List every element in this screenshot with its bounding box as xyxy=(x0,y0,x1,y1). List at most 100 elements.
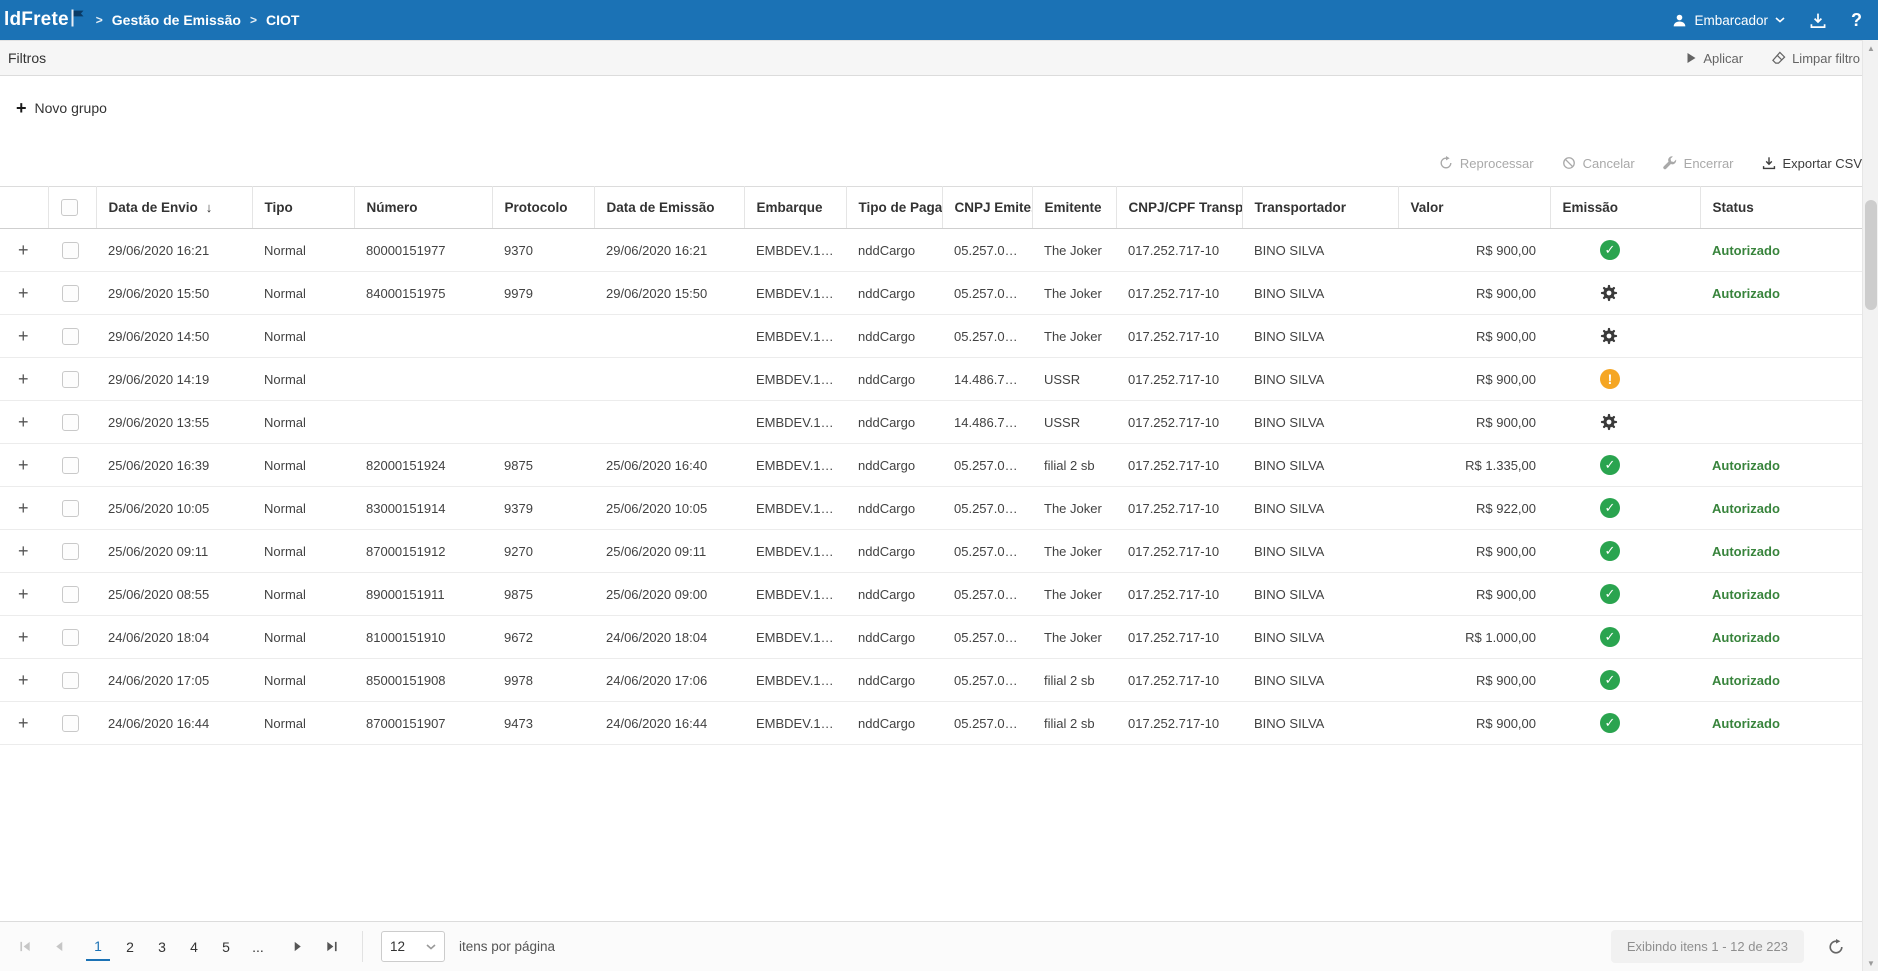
last-page-button[interactable] xyxy=(316,932,346,962)
expand-row-icon[interactable]: + xyxy=(18,541,29,561)
column-header-tipo[interactable]: Tipo xyxy=(252,187,354,229)
column-label: Valor xyxy=(1411,200,1444,215)
pager-controls: 12345... 12 itens por página xyxy=(10,931,555,962)
column-label: Número xyxy=(367,200,418,215)
column-header-protocolo[interactable]: Protocolo xyxy=(492,187,594,229)
expand-row-icon[interactable]: + xyxy=(18,283,29,303)
reprocess-button[interactable]: Reprocessar xyxy=(1439,156,1534,171)
expand-row-icon[interactable]: + xyxy=(18,627,29,647)
cell-cnpj-emitente: 05.257.045/0... xyxy=(942,659,1032,702)
cell-data-de-emissao xyxy=(594,358,744,401)
cell-tipo: Normal xyxy=(252,444,354,487)
column-header-emissao[interactable]: Emissão xyxy=(1550,187,1700,229)
expand-row-icon[interactable]: + xyxy=(18,455,29,475)
column-header-embarque[interactable]: Embarque xyxy=(744,187,846,229)
column-header-transportador[interactable]: Transportador xyxy=(1242,187,1398,229)
expand-row-icon[interactable]: + xyxy=(18,240,29,260)
cell-numero: 87000151912 xyxy=(354,530,492,573)
previous-page-button[interactable] xyxy=(44,932,74,962)
cell-data-de-emissao xyxy=(594,315,744,358)
apply-filter-button[interactable]: Aplicar xyxy=(1686,51,1743,66)
scrollbar-thumb[interactable] xyxy=(1865,200,1877,310)
column-label: Data de Emissão xyxy=(607,200,715,215)
row-checkbox[interactable] xyxy=(62,328,79,345)
column-header-valor[interactable]: Valor xyxy=(1398,187,1550,229)
page-button-3[interactable]: 3 xyxy=(150,933,174,961)
help-icon[interactable]: ? xyxy=(1851,11,1862,29)
clear-filter-button[interactable]: Limpar filtro xyxy=(1771,51,1860,66)
cell-cnpj-cpf-transportador: 017.252.717-10 xyxy=(1116,315,1242,358)
expand-row-icon[interactable]: + xyxy=(18,326,29,346)
cell-tipo: Normal xyxy=(252,530,354,573)
pager-ellipsis-button[interactable]: ... xyxy=(246,933,270,961)
column-label: Tipo de Paga... xyxy=(859,200,943,215)
cell-tipo-pagamento: nddCargo xyxy=(846,616,942,659)
page-size-select[interactable]: 12 xyxy=(381,931,445,962)
expand-row-icon[interactable]: + xyxy=(18,713,29,733)
cell-embarque: EMBDEV.104801 xyxy=(744,487,846,530)
cell-valor: R$ 1.335,00 xyxy=(1398,444,1550,487)
column-header-emitente[interactable]: Emitente xyxy=(1032,187,1116,229)
vertical-scrollbar[interactable]: ▲ ▼ xyxy=(1862,40,1878,971)
breadcrumb-separator-icon: > xyxy=(250,13,257,27)
expand-row-icon[interactable]: + xyxy=(18,412,29,432)
cell-embarque: EMBDEV.104861 xyxy=(744,272,846,315)
page-button-4[interactable]: 4 xyxy=(182,933,206,961)
first-page-button[interactable] xyxy=(10,932,40,962)
cell-data-de-emissao: 29/06/2020 15:50 xyxy=(594,272,744,315)
expand-row-icon[interactable]: + xyxy=(18,498,29,518)
cell-embarque: EMBDEV.104855 xyxy=(744,358,846,401)
table-header-row: Data de Envio↓ Tipo Número Protocolo Dat… xyxy=(0,187,1862,229)
close-ciot-button[interactable]: Encerrar xyxy=(1663,156,1734,171)
row-checkbox[interactable] xyxy=(62,457,79,474)
cell-emissao-status: ✓ xyxy=(1550,229,1700,272)
breadcrumb-item-gestao-de-emissao[interactable]: Gestão de Emissão xyxy=(112,12,241,28)
cell-emitente: The Joker xyxy=(1032,616,1116,659)
row-checkbox[interactable] xyxy=(62,629,79,646)
page-button-5[interactable]: 5 xyxy=(214,933,238,961)
scroll-up-icon[interactable]: ▲ xyxy=(1863,40,1878,56)
export-csv-button[interactable]: Exportar CSV xyxy=(1762,156,1862,171)
column-header-cnpj-emitente[interactable]: CNPJ Emite... xyxy=(942,187,1032,229)
scroll-down-icon[interactable]: ▼ xyxy=(1863,955,1878,971)
row-checkbox[interactable] xyxy=(62,586,79,603)
page-button-2[interactable]: 2 xyxy=(118,933,142,961)
new-group-button[interactable]: + Novo grupo xyxy=(16,99,107,117)
cell-transportador: BINO SILVA xyxy=(1242,401,1398,444)
column-header-tipo-pagamento[interactable]: Tipo de Paga... xyxy=(846,187,942,229)
column-header-numero[interactable]: Número xyxy=(354,187,492,229)
next-page-button[interactable] xyxy=(282,932,312,962)
row-checkbox[interactable] xyxy=(62,242,79,259)
user-role-menu[interactable]: Embarcador xyxy=(1672,13,1785,28)
cell-valor: R$ 900,00 xyxy=(1398,530,1550,573)
app-logo[interactable]: ldFrete xyxy=(4,9,84,31)
row-checkbox[interactable] xyxy=(62,371,79,388)
page-button-1[interactable]: 1 xyxy=(86,933,110,961)
cancel-button[interactable]: Cancelar xyxy=(1562,156,1635,171)
expand-row-icon[interactable]: + xyxy=(18,670,29,690)
cell-protocolo: 9875 xyxy=(492,444,594,487)
groups-section: + Novo grupo xyxy=(0,76,1878,140)
cell-emitente: filial 2 sb xyxy=(1032,444,1116,487)
refresh-grid-icon[interactable] xyxy=(1828,939,1844,955)
download-icon[interactable] xyxy=(1809,12,1827,29)
column-header-status[interactable]: Status xyxy=(1700,187,1862,229)
cell-tipo-pagamento: nddCargo xyxy=(846,401,942,444)
select-all-checkbox[interactable] xyxy=(61,199,78,216)
row-checkbox[interactable] xyxy=(62,285,79,302)
pager-pages: 12345... xyxy=(86,933,270,961)
breadcrumb-item-ciot[interactable]: CIOT xyxy=(266,12,299,28)
row-checkbox[interactable] xyxy=(62,672,79,689)
expand-row-icon[interactable]: + xyxy=(18,584,29,604)
column-header-cnpj-cpf-transportador[interactable]: CNPJ/CPF Transp... xyxy=(1116,187,1242,229)
cell-embarque: EMBDEV.104799 xyxy=(744,530,846,573)
column-header-data-de-emissao[interactable]: Data de Emissão xyxy=(594,187,744,229)
row-checkbox[interactable] xyxy=(62,414,79,431)
row-checkbox[interactable] xyxy=(62,500,79,517)
cell-embarque: EMBDEV.104857 xyxy=(744,315,846,358)
cell-numero: 82000151924 xyxy=(354,444,492,487)
column-header-data-de-envio[interactable]: Data de Envio↓ xyxy=(96,187,252,229)
expand-row-icon[interactable]: + xyxy=(18,369,29,389)
row-checkbox[interactable] xyxy=(62,715,79,732)
row-checkbox[interactable] xyxy=(62,543,79,560)
